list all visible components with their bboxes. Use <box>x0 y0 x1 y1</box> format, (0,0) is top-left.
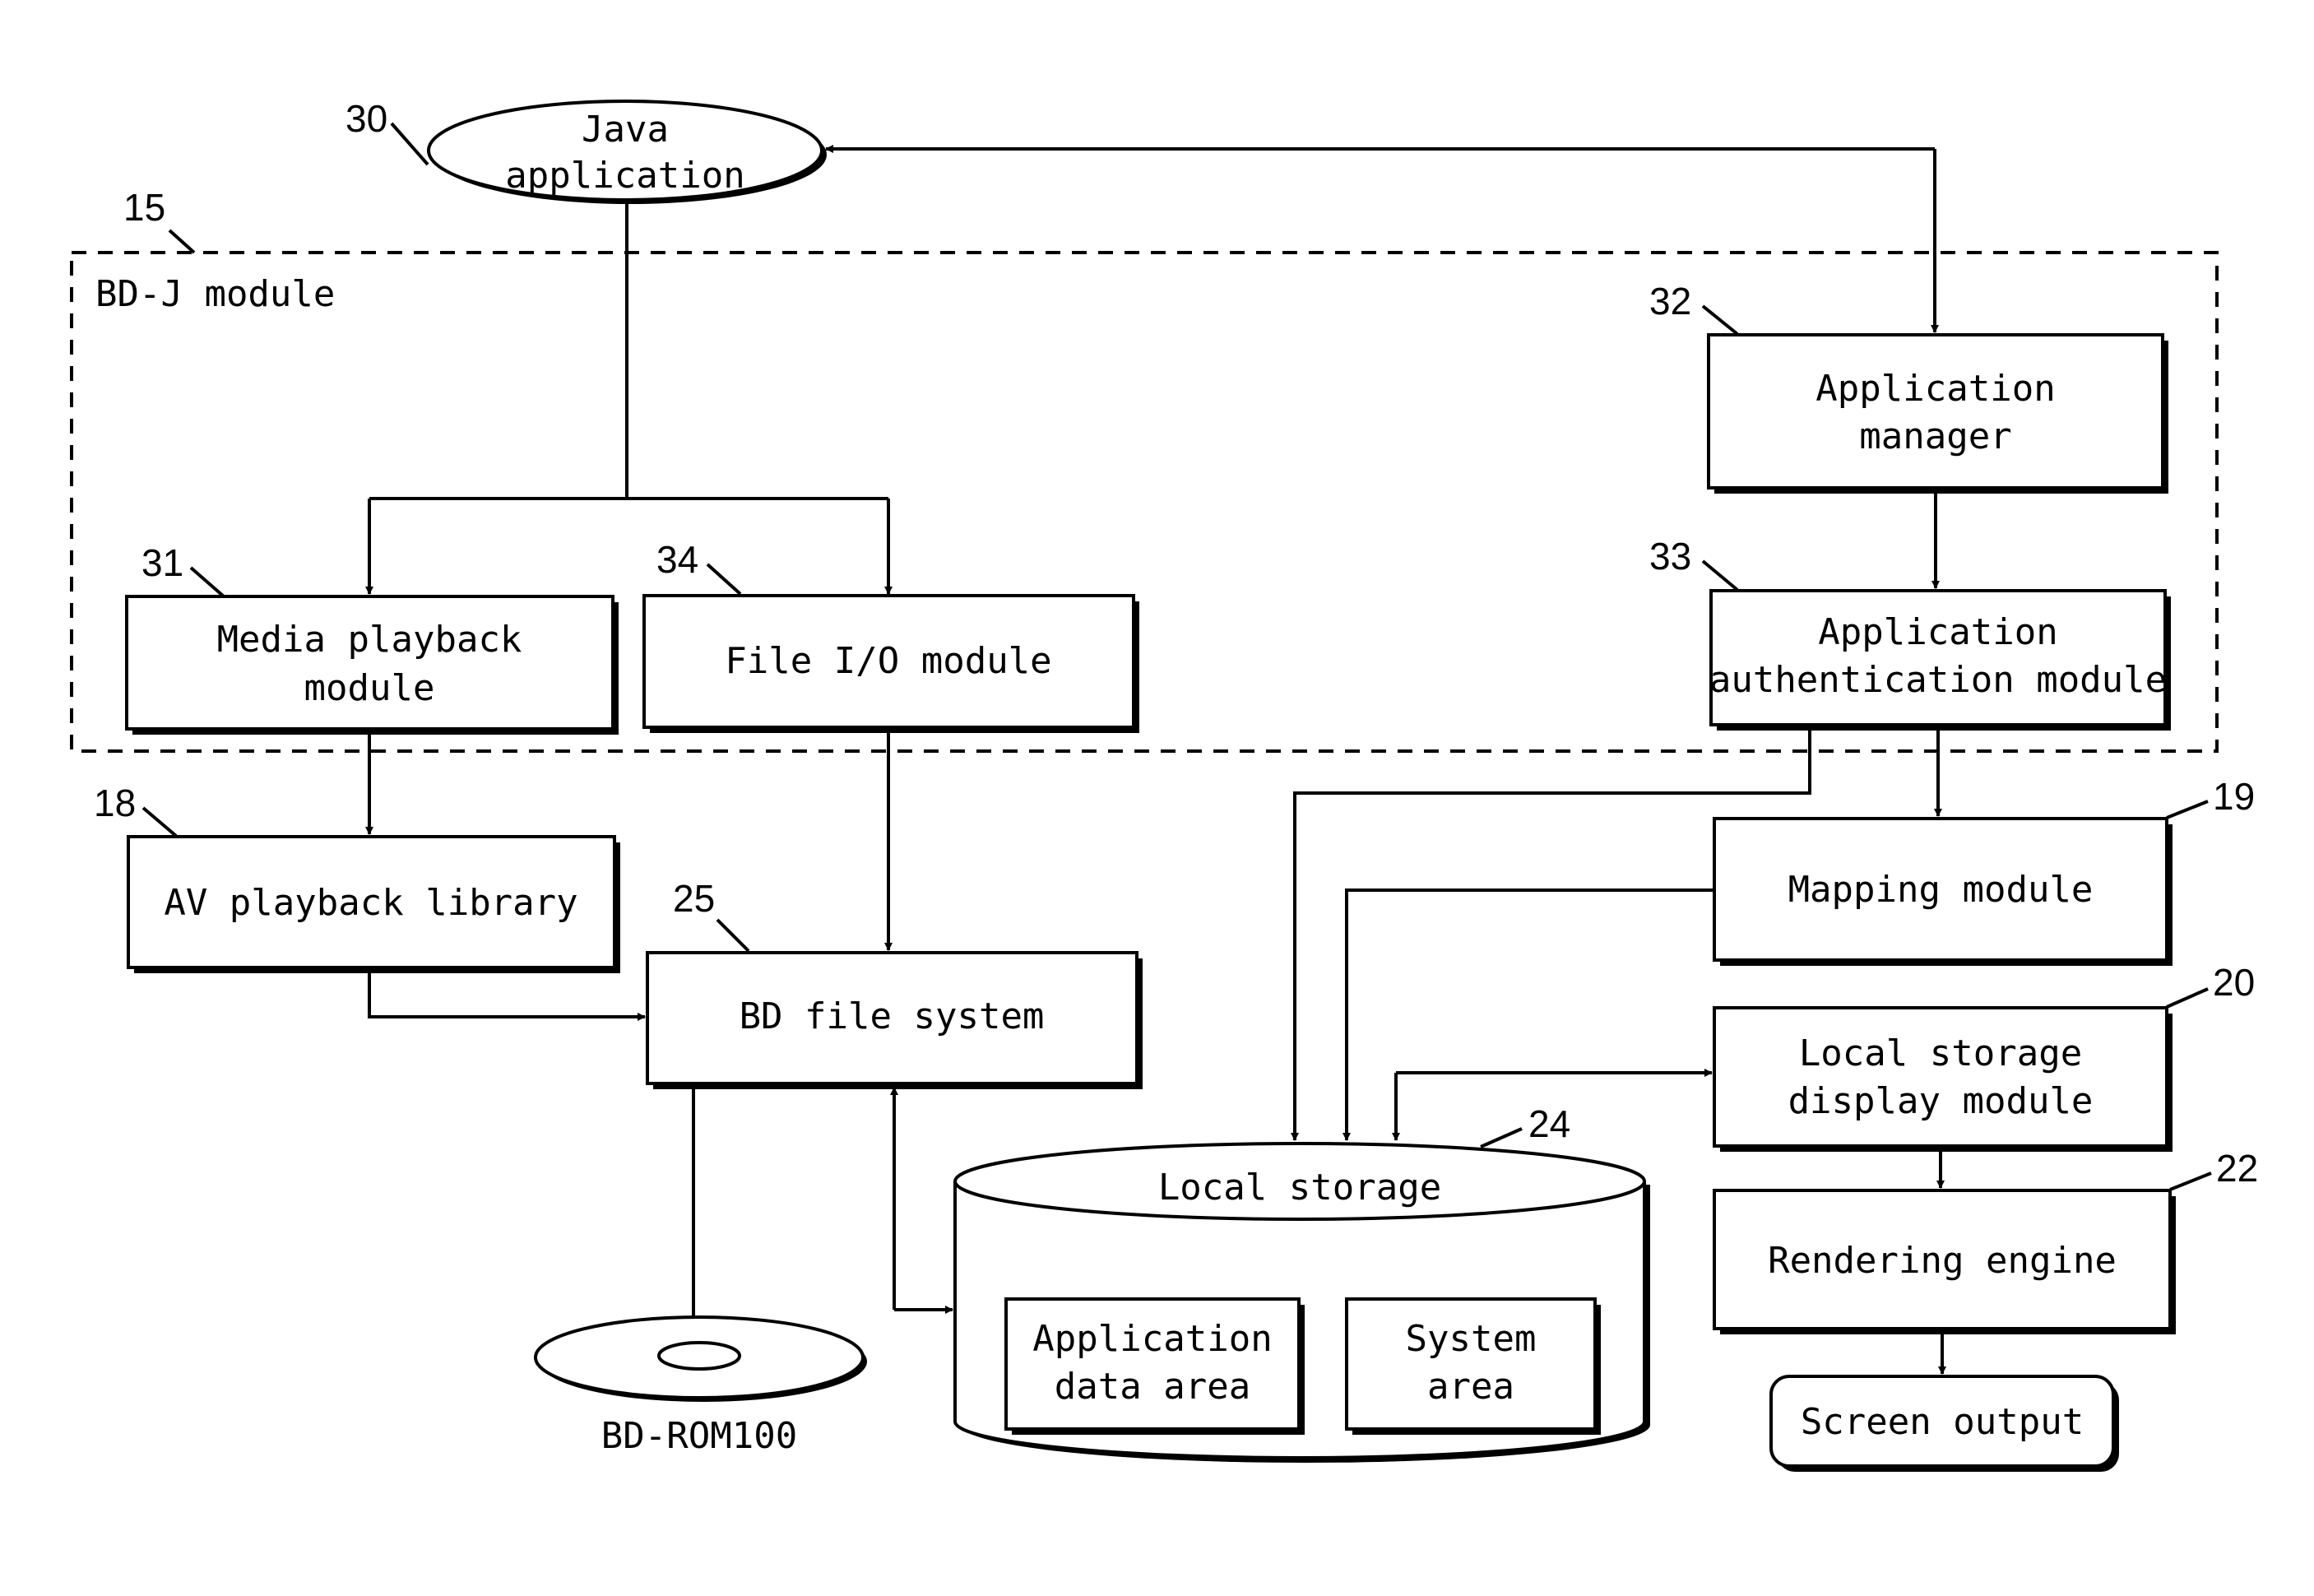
appmgr-line2: manager <box>1859 415 2011 457</box>
node-rendering-engine[interactable]: Rendering engine <box>1713 1189 2176 1334</box>
ref-24: 24 <box>1528 1102 1570 1145</box>
rendering-line1: Rendering engine <box>1768 1240 2117 1282</box>
lsd-line1: Local storage <box>1799 1032 2082 1074</box>
leader-34 <box>706 563 742 596</box>
system-line1: System <box>1406 1318 1537 1360</box>
lsd-line2: display module <box>1788 1080 2094 1122</box>
application-data-area[interactable]: Application data area <box>1004 1297 1305 1435</box>
screen-output-line1: Screen output <box>1801 1401 2084 1443</box>
ref-22: 22 <box>2216 1147 2258 1190</box>
ref-19: 19 <box>2213 775 2255 818</box>
node-bd-file-system[interactable]: BD file system <box>646 951 1143 1089</box>
leader-33 <box>1701 559 1739 592</box>
leader-20 <box>2166 987 2209 1009</box>
ref-15: 15 <box>123 186 165 229</box>
node-media-playback-module[interactable]: Media playback module <box>125 595 619 735</box>
node-mapping-module[interactable]: Mapping module <box>1713 817 2173 966</box>
leader-24 <box>1480 1127 1523 1148</box>
fileio-line1: File I/O module <box>725 640 1051 682</box>
ref-34: 34 <box>656 538 698 581</box>
ref-32: 32 <box>1649 280 1691 322</box>
leader-22 <box>2169 1171 2212 1191</box>
leader-19 <box>2166 800 2209 819</box>
avlib-line1: AV playback library <box>164 882 577 924</box>
bdj-module-label: BD-J module <box>95 273 335 315</box>
ref-33: 33 <box>1649 535 1691 578</box>
ref-31: 31 <box>141 541 183 584</box>
java-app-line2: application <box>505 155 744 197</box>
media-line2: module <box>304 667 435 709</box>
ref-25: 25 <box>673 877 715 920</box>
auth-line2: authentication module <box>1709 659 2167 701</box>
java-app-line1: Java <box>582 109 669 151</box>
ref-18: 18 <box>94 782 136 824</box>
edge-avlib-bdfs <box>368 967 646 1021</box>
node-file-io-module[interactable]: File I/O module <box>642 594 1139 733</box>
node-application-authentication-module[interactable]: Application authentication module <box>1709 589 2171 731</box>
leader-32 <box>1701 304 1739 336</box>
local-storage-title: Local storage <box>1158 1167 1441 1209</box>
leader-25 <box>716 918 750 953</box>
leader-30 <box>390 122 429 166</box>
system-line2: area <box>1427 1366 1514 1408</box>
app-data-line1: Application <box>1032 1318 1272 1360</box>
auth-line1: Application <box>1818 611 2057 653</box>
leader-15 <box>168 229 196 254</box>
bd-rom-label: BD-ROM100 <box>601 1415 797 1457</box>
app-data-line2: data area <box>1055 1366 1250 1408</box>
leader-18 <box>141 806 178 837</box>
ref-20: 20 <box>2213 961 2255 1004</box>
mapping-line1: Mapping module <box>1788 869 2094 911</box>
node-av-playback-library[interactable]: AV playback library <box>127 835 620 973</box>
appmgr-line1: Application <box>1815 368 2055 410</box>
leader-31 <box>189 566 225 598</box>
ref-30: 30 <box>345 97 387 140</box>
bdfs-line1: BD file system <box>740 995 1045 1037</box>
node-local-storage-display-module[interactable]: Local storage display module <box>1713 1006 2173 1152</box>
system-area[interactable]: System area <box>1345 1297 1601 1435</box>
node-bd-rom-disc[interactable] <box>534 1315 867 1402</box>
node-java-application[interactable]: Java application <box>427 100 827 204</box>
media-line1: Media playback <box>217 619 522 661</box>
node-application-manager[interactable]: Application manager <box>1707 333 2168 494</box>
node-screen-output[interactable]: Screen output <box>1769 1375 2119 1472</box>
block-diagram: BD-J module 15 Java application 30 Media… <box>70 97 2258 1472</box>
node-local-storage[interactable]: Local storage Application data area Syst… <box>953 1142 1650 1463</box>
